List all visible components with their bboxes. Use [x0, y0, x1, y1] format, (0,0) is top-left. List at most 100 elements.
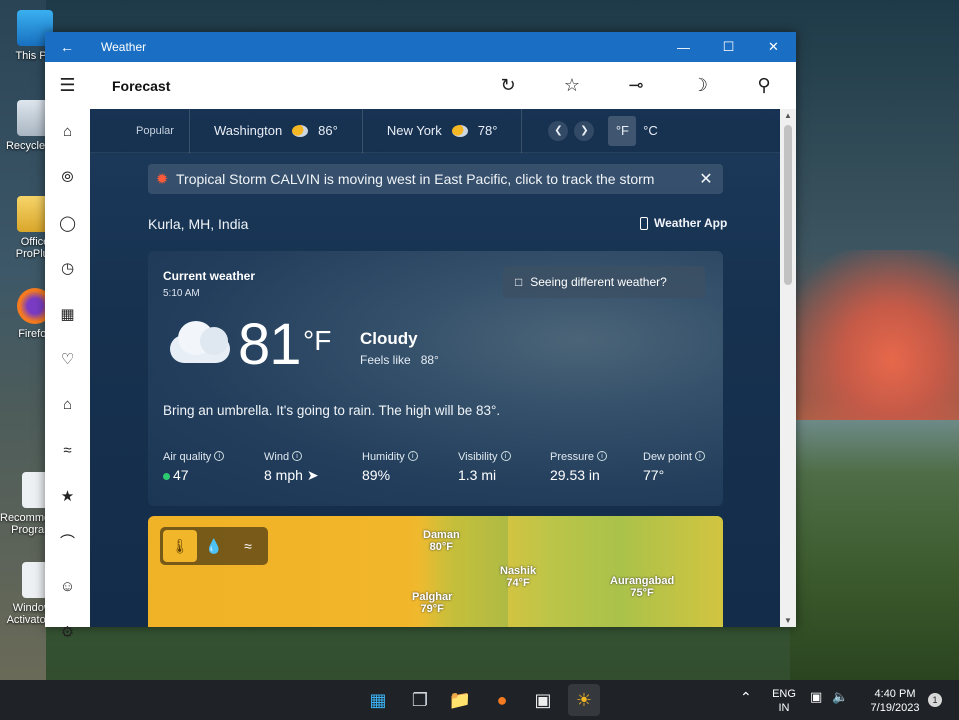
stat-pressure[interactable]: Pressure i 29.53 in — [550, 451, 643, 484]
weather-app-label: Weather App — [654, 216, 728, 230]
settings-icon[interactable]: ⚙ — [45, 610, 90, 656]
city-name: Washington — [214, 123, 283, 138]
close-button[interactable]: ✕ — [751, 39, 796, 55]
maximize-button[interactable]: ☐ — [706, 39, 751, 55]
fahrenheit-button[interactable]: °F — [608, 115, 637, 146]
droplet-icon[interactable]: 💧 — [197, 530, 231, 562]
weather-taskbar-icon[interactable]: ☀ — [568, 684, 600, 716]
location-name: Kurla, MH, India — [148, 216, 249, 232]
phone-icon — [640, 216, 648, 230]
current-weather-card: Current weather 5:10 AM □ Seeing differe… — [148, 251, 723, 506]
volume-icon[interactable]: 🔈 — [832, 690, 848, 704]
hamburger-menu-icon[interactable]: ☰ — [45, 75, 90, 96]
stat-value: 1.3 mi — [458, 467, 497, 483]
storm-icon: ✹ — [155, 171, 169, 188]
partly-sunny-icon — [292, 124, 309, 137]
search-icon[interactable]: ⚲ — [732, 75, 796, 96]
scroll-up-icon[interactable]: ▲ — [780, 111, 796, 120]
stat-air-quality[interactable]: Air quality i 47 — [163, 451, 264, 484]
file-explorer-icon[interactable]: 📁 — [444, 684, 476, 716]
stat-humidity[interactable]: Humidity i 89% — [362, 451, 458, 484]
map-place-nashik[interactable]: Nashik 74°F — [500, 565, 536, 589]
media-player-icon[interactable]: ▣ — [527, 684, 559, 716]
condition: Cloudy — [360, 329, 418, 348]
wind-icon[interactable]: ≈ — [231, 530, 265, 562]
city-temp: 86° — [318, 123, 338, 138]
dark-mode-icon[interactable]: ☽ — [668, 75, 732, 96]
stat-value: 77° — [643, 467, 665, 483]
seeing-different-label: Seeing different weather? — [530, 275, 667, 289]
title-bar: ← Weather — ☐ ✕ — [45, 32, 796, 62]
stat-value: 8 mph — [264, 467, 303, 483]
map-place-palghar[interactable]: Palghar 79°F — [412, 591, 452, 615]
language-indicator[interactable]: ENG IN — [768, 687, 800, 715]
notification-badge[interactable]: 1 — [928, 693, 942, 707]
wind-direction-icon: ➤ — [306, 467, 319, 483]
stat-label: Dew point — [643, 451, 692, 463]
pin-icon[interactable]: ⊸ — [604, 75, 668, 96]
refresh-icon[interactable]: ↻ — [476, 75, 540, 96]
stat-label: Wind — [264, 451, 290, 463]
city-washington[interactable]: Washington 86° — [190, 109, 363, 153]
current-weather-heading: Current weather — [163, 269, 256, 283]
celsius-button[interactable]: °C — [636, 116, 664, 146]
health-icon[interactable]: ♡ — [45, 337, 90, 383]
weather-app-link[interactable]: Weather App — [640, 216, 727, 230]
task-view-icon[interactable]: ❐ — [404, 684, 436, 716]
account-icon[interactable]: ☺ — [45, 564, 90, 610]
current-temperature: 81 — [238, 312, 302, 377]
building-icon[interactable]: ⌂ — [45, 382, 90, 428]
firefox-taskbar-icon[interactable]: ● — [486, 684, 518, 716]
feels-like: Feels like 88° — [360, 353, 439, 367]
minimize-button[interactable]: — — [661, 40, 706, 55]
weather-window: ← Weather — ☐ ✕ ☰ Forecast ↻ ☆ ⊸ ☽ ⚲ ⌂ ⦾… — [45, 32, 796, 641]
app-bar: ☰ Forecast ↻ ☆ ⊸ ☽ ⚲ — [45, 62, 796, 109]
storm-alert-banner[interactable]: ✹ Tropical Storm CALVIN is moving west i… — [148, 164, 723, 194]
temperature-map[interactable]: 🌡 💧 ≈ Daman 80°F Nashik 74°F Aurangabad 75°… — [148, 516, 723, 627]
radar-icon[interactable]: ⦾ — [45, 155, 90, 201]
home-icon[interactable]: ⌂ — [45, 109, 90, 155]
city-new-york[interactable]: New York 78° — [363, 109, 523, 153]
stat-dew-point[interactable]: Dew point i 77° — [643, 451, 723, 484]
weather-summary: Bring an umbrella. It's going to rain. T… — [163, 403, 501, 418]
stat-label: Visibility — [458, 451, 498, 463]
globe-icon[interactable]: ◯ — [45, 200, 90, 246]
seeing-different-weather-button[interactable]: □ Seeing different weather? — [503, 266, 705, 298]
chevron-left-icon[interactable]: ❮ — [548, 120, 569, 141]
network-icon[interactable]: ▣ — [810, 690, 822, 704]
back-arrow-icon[interactable]: ← — [45, 39, 89, 55]
stat-visibility[interactable]: Visibility i 1.3 mi — [458, 451, 550, 484]
scroll-down-icon[interactable]: ▼ — [780, 616, 796, 625]
history-icon[interactable]: ◷ — [45, 246, 90, 292]
info-icon: i — [694, 451, 705, 461]
info-icon: i — [407, 451, 418, 461]
vertical-scrollbar[interactable]: ▲ ▼ — [780, 109, 796, 627]
chat-icon: □ — [515, 275, 523, 289]
close-icon[interactable]: ✕ — [689, 169, 723, 189]
calendar-icon[interactable]: ▦ — [45, 291, 90, 337]
desktop-wallpaper-hills — [790, 420, 959, 680]
windows-start-icon[interactable]: ▦ — [362, 684, 394, 716]
weather-stats: Air quality i 47 Wind i 8 mph ➤ Humidity i … — [163, 451, 723, 484]
observation-time: 5:10 AM — [163, 288, 200, 299]
chart-icon[interactable]: ≈ — [45, 428, 90, 474]
star-list-icon[interactable]: ★ — [45, 473, 90, 519]
city-name: New York — [386, 123, 442, 138]
stat-label: Air quality — [163, 451, 212, 463]
aqi-dot — [163, 472, 170, 480]
more-icon[interactable]: ⌒ — [45, 519, 90, 565]
favorite-icon[interactable]: ☆ — [540, 75, 604, 96]
thermometer-icon[interactable]: 🌡 — [163, 530, 197, 562]
page-title: Forecast — [112, 77, 171, 94]
info-icon: i — [292, 451, 303, 461]
scrollbar-thumb[interactable] — [784, 125, 792, 285]
map-place-aurangabad[interactable]: Aurangabad 75°F — [610, 575, 674, 599]
clock[interactable]: 4:40 PM 7/19/2023 — [860, 687, 930, 715]
chevron-up-icon[interactable]: ⌃ — [740, 690, 752, 704]
feels-like-value: 88° — [420, 353, 439, 367]
feels-like-label: Feels like — [360, 353, 411, 367]
map-place-daman[interactable]: Daman 80°F — [423, 529, 460, 553]
info-icon: i — [500, 451, 511, 461]
stat-wind[interactable]: Wind i 8 mph ➤ — [264, 451, 362, 484]
chevron-right-icon[interactable]: ❯ — [574, 120, 595, 141]
